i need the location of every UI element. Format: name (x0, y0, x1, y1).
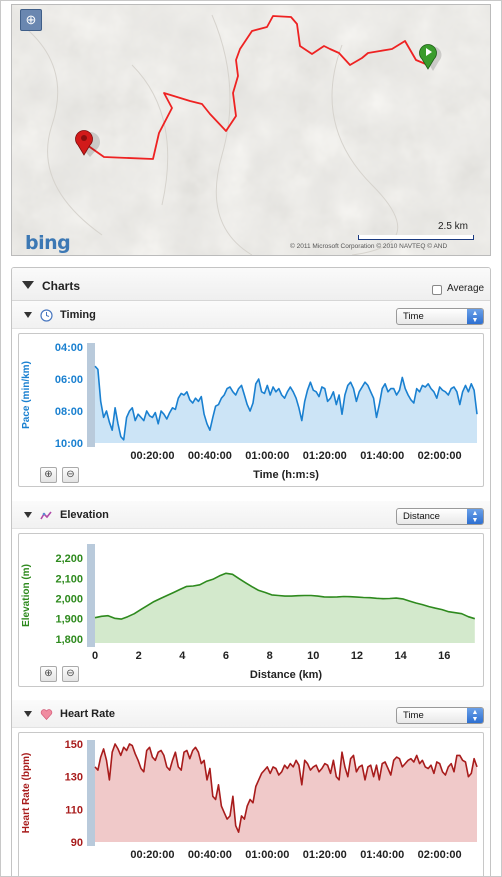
heart-rate-xtick-label: 00:20:00 (130, 849, 174, 861)
heart-rate-select-value: Time (403, 710, 424, 721)
charts-panel-header: Charts Average (12, 268, 490, 301)
elevation-x-axis-select[interactable]: Distance ▲ ▼ (396, 508, 484, 525)
elevation-chart[interactable]: 1,800 1,900 2,000 2,100 2,200 0 2 4 6 8 10 12 14 16 El… (18, 533, 484, 687)
bing-logo: bing (25, 232, 71, 254)
timing-chart-svg: 04:00 06:00 08:00 10:00 00:20:00 00:40:00 01:0… (21, 342, 478, 481)
select-arrows-icon: ▲ ▼ (467, 309, 483, 324)
heart-rate-chart-svg: 90 110 130 150 00:20:00 00:40:00 01:00:00 01:20… (21, 739, 478, 861)
heart-icon (40, 709, 53, 720)
scale-bar (358, 235, 474, 240)
select-arrows-icon: ▲ ▼ (467, 509, 483, 524)
elevation-ytick-label: 2,200 (55, 553, 83, 565)
elevation-chart-svg: 1,800 1,900 2,000 2,100 2,200 0 2 4 6 8 10 12 14 16 El… (21, 544, 476, 681)
heart-rate-ytick-label: 110 (65, 804, 83, 816)
elevation-xtick-label: 8 (267, 650, 273, 662)
timing-ytick-label: 04:00 (55, 342, 83, 354)
heart-rate-ytick-label: 90 (71, 837, 83, 849)
heart-rate-xtick-label: 02:00:00 (418, 849, 462, 861)
zoom-icon[interactable]: ⊕ (20, 9, 42, 31)
timing-xtick-label: 01:00:00 (245, 450, 289, 462)
elevation-header: Elevation Distance ▲ ▼ (12, 501, 490, 529)
collapse-charts-icon[interactable] (22, 281, 34, 289)
elevation-xtick-label: 14 (394, 650, 407, 662)
elevation-x-axis-label: Distance (km) (250, 669, 322, 681)
heart-rate-ytick-label: 130 (65, 772, 83, 784)
timing-ytick-label: 08:00 (55, 406, 83, 418)
heart-rate-xtick-label: 01:00:00 (245, 849, 289, 861)
heart-rate-scroll-strip[interactable] (87, 740, 95, 846)
heart-rate-ytick-label: 150 (65, 739, 83, 751)
charts-title: Charts (42, 279, 81, 293)
elevation-xtick-label: 0 (92, 650, 98, 662)
heart-rate-xtick-label: 01:20:00 (303, 849, 347, 861)
route-map[interactable]: ⊕ bing 2.5 km © 2011 Microsoft Corporati… (11, 4, 491, 256)
map-copyright: © 2011 Microsoft Corporation © 2010 NAVT… (290, 243, 448, 250)
timing-chart[interactable]: 04:00 06:00 08:00 10:00 00:20:00 00:40:00 01:0… (18, 333, 484, 487)
timing-x-axis-select[interactable]: Time ▲ ▼ (396, 308, 484, 325)
select-arrows-icon: ▲ ▼ (467, 708, 483, 723)
elevation-ytick-label: 1,900 (55, 614, 83, 626)
elevation-xtick-label: 2 (136, 650, 142, 662)
timing-xtick-label: 00:40:00 (188, 450, 232, 462)
elevation-xtick-label: 12 (351, 650, 363, 662)
elevation-y-axis-label: Elevation (m) (21, 564, 32, 627)
timing-xtick-label: 01:40:00 (360, 450, 404, 462)
elevation-xtick-label: 4 (179, 650, 186, 662)
heart-rate-x-axis-select[interactable]: Time ▲ ▼ (396, 707, 484, 724)
elevation-scroll-strip[interactable] (87, 544, 95, 647)
app-window: ⊕ bing 2.5 km © 2011 Microsoft Corporati… (0, 0, 502, 877)
timing-zoom-in-button[interactable]: ⊕ (40, 467, 57, 483)
elevation-xtick-label: 16 (438, 650, 450, 662)
timing-ytick-label: 10:00 (55, 438, 83, 450)
timing-x-axis-label: Time (h:m:s) (253, 469, 319, 481)
charts-panel: Charts Average Timing Time ▲ ▼ 04:00 06:00… (11, 267, 491, 876)
average-checkbox[interactable] (432, 285, 442, 295)
elevation-zoom-out-button[interactable]: ⊖ (62, 666, 79, 682)
clock-icon (40, 309, 53, 322)
heart-rate-area (95, 744, 477, 842)
heart-rate-title: Heart Rate (60, 708, 116, 720)
elevation-area (95, 573, 475, 643)
elevation-xtick-label: 10 (307, 650, 319, 662)
timing-y-axis-label: Pace (min/km) (21, 361, 32, 429)
elevation-zoom-in-button[interactable]: ⊕ (40, 666, 57, 682)
timing-xtick-label: 01:20:00 (303, 450, 347, 462)
collapse-elevation-icon[interactable] (24, 512, 32, 518)
timing-title: Timing (60, 309, 96, 321)
timing-ytick-label: 06:00 (55, 374, 83, 386)
elevation-select-value: Distance (403, 511, 440, 522)
average-label: Average (447, 283, 485, 294)
heart-rate-xtick-label: 00:40:00 (188, 849, 232, 861)
map-terrain (12, 5, 490, 255)
timing-xtick-label: 02:00:00 (418, 450, 462, 462)
timing-area (95, 366, 477, 443)
scale-label: 2.5 km (438, 221, 469, 232)
timing-select-value: Time (403, 311, 424, 322)
elevation-ytick-label: 1,800 (55, 634, 83, 646)
elevation-icon (40, 511, 52, 520)
elevation-ytick-label: 2,100 (55, 573, 83, 585)
timing-header: Timing Time ▲ ▼ (12, 301, 490, 329)
timing-zoom-out-button[interactable]: ⊖ (62, 467, 79, 483)
elevation-xtick-label: 6 (223, 650, 229, 662)
timing-xtick-label: 00:20:00 (130, 450, 174, 462)
elevation-ytick-label: 2,000 (55, 594, 83, 606)
heart-rate-xtick-label: 01:40:00 (360, 849, 404, 861)
elevation-title: Elevation (60, 509, 109, 521)
heart-rate-y-axis-label: Heart Rate (bpm) (21, 753, 32, 834)
collapse-timing-icon[interactable] (24, 312, 32, 318)
collapse-heart-rate-icon[interactable] (24, 711, 32, 717)
timing-scroll-strip[interactable] (87, 343, 95, 447)
heart-rate-header: Heart Rate Time ▲ ▼ (12, 700, 490, 728)
heart-rate-chart[interactable]: 90 110 130 150 00:20:00 00:40:00 01:00:00 01:20… (18, 732, 484, 876)
